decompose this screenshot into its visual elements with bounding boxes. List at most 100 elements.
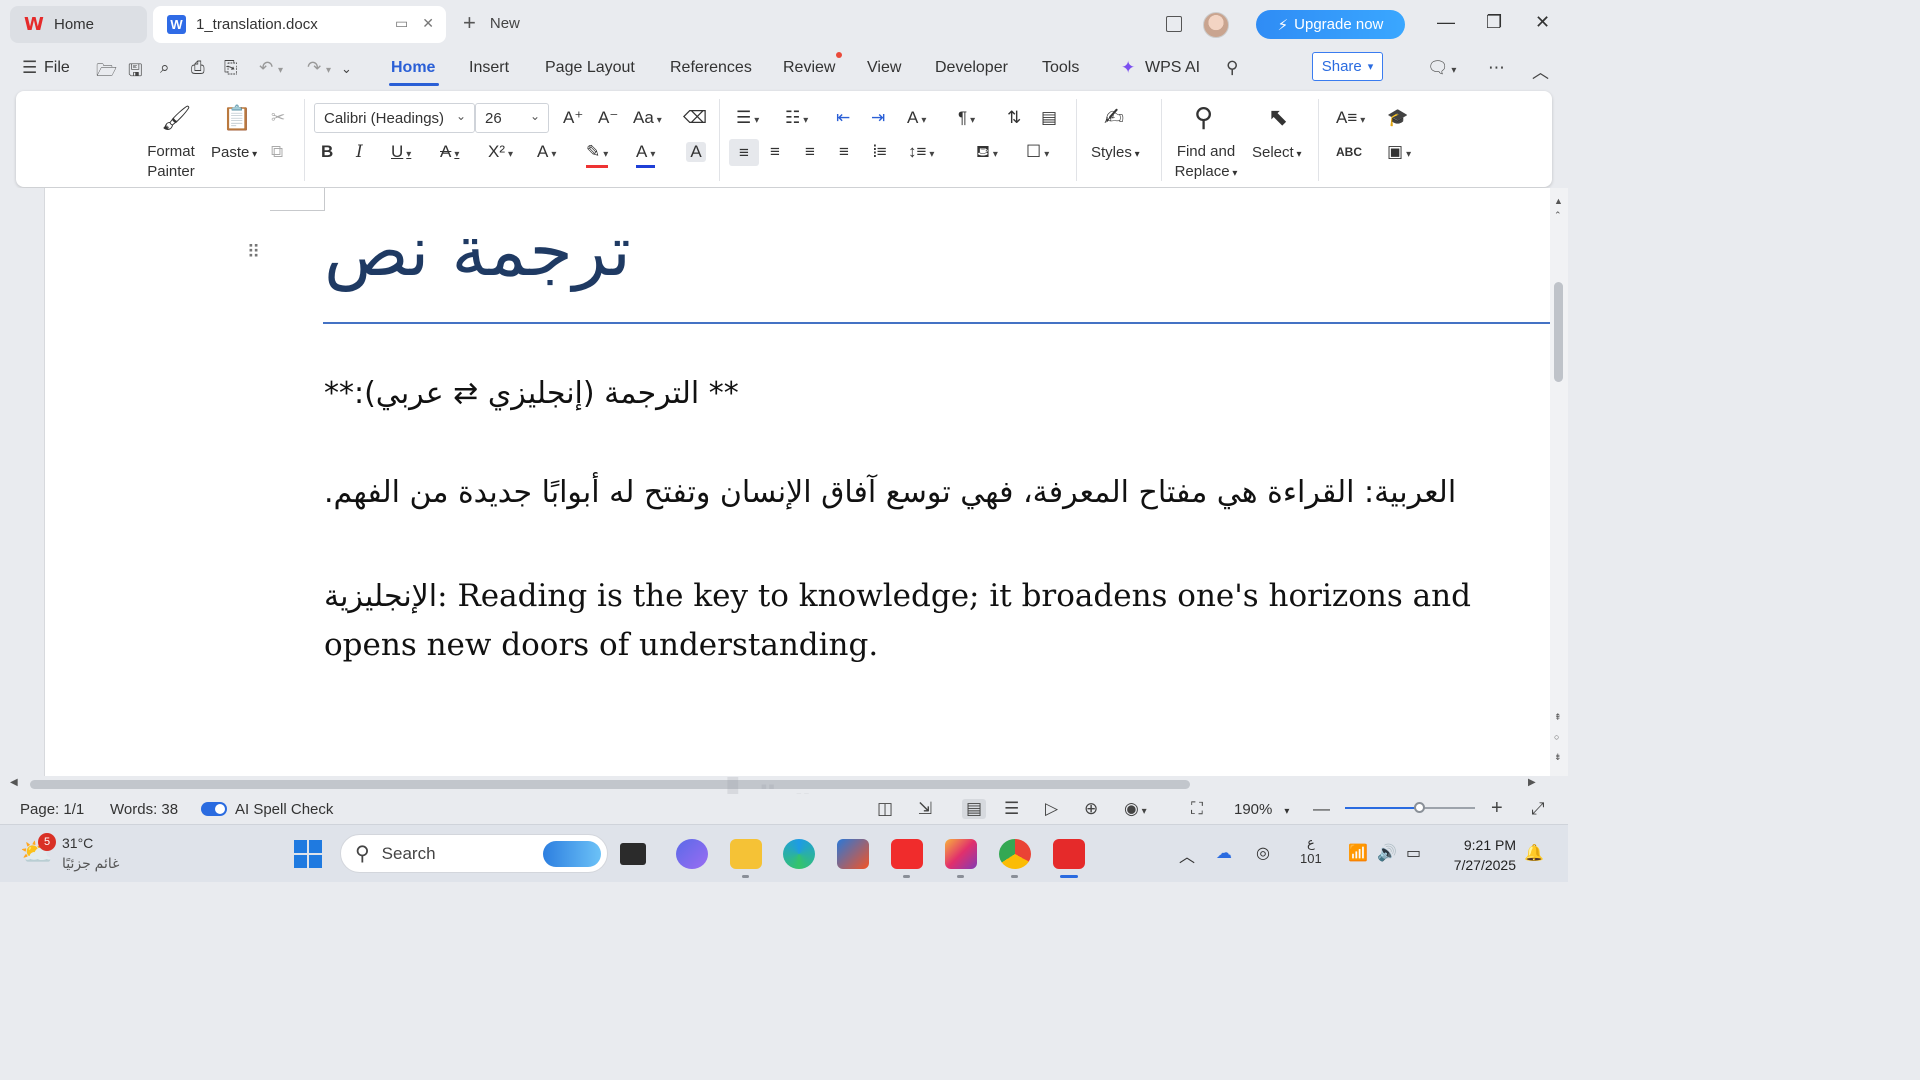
tab-document[interactable]: W 1_translation.docx ▭ ✕	[153, 6, 446, 43]
search-icon[interactable]: ⚲	[1226, 58, 1238, 78]
avatar[interactable]	[1203, 12, 1229, 38]
select-browse-icon[interactable]: ○	[1554, 732, 1559, 742]
strikethrough-icon[interactable]: A ▾	[440, 142, 459, 165]
wifi-icon[interactable]: 📶	[1348, 843, 1368, 863]
tab-page-layout[interactable]: Page Layout	[545, 59, 635, 77]
font-size-select[interactable]: 26 ⌄	[475, 103, 549, 133]
line-spacing-icon[interactable]: ↕≡ ▾	[908, 142, 934, 165]
store-icon[interactable]	[837, 839, 869, 869]
edge-browser-icon[interactable]	[783, 839, 815, 869]
collapse-ribbon-icon[interactable]: ︿	[1532, 58, 1549, 83]
borders-icon[interactable]: ☐ ▾	[1026, 142, 1049, 165]
align-left-icon[interactable]: ≡	[729, 139, 759, 166]
text-tools-icon[interactable]: A≡ ▾	[1336, 108, 1365, 131]
maximize-icon[interactable]: ❐	[1486, 12, 1502, 33]
tab-view[interactable]: View	[867, 59, 901, 77]
tab-review[interactable]: Review	[783, 59, 835, 77]
zoom-in-icon[interactable]: +	[1491, 797, 1503, 820]
eye-protection-icon[interactable]: ◉ ▾	[1124, 799, 1147, 819]
document-tools-icon[interactable]: ▣ ▾	[1387, 142, 1411, 165]
zoom-level[interactable]: 190% ▾	[1234, 801, 1289, 818]
menu-file[interactable]: File	[44, 59, 70, 77]
bold-icon[interactable]: B	[321, 142, 333, 162]
italic-icon[interactable]: I	[356, 142, 363, 162]
chrome-icon[interactable]	[999, 839, 1031, 869]
save-icon[interactable]: 🖫	[128, 58, 142, 87]
clock[interactable]: 9:21 PM 7/27/2025	[1440, 835, 1516, 875]
fit-page-icon[interactable]: ⛶	[1191, 799, 1203, 819]
drag-handle-icon[interactable]: ⠿	[247, 243, 261, 261]
zoom-slider-knob[interactable]	[1414, 802, 1426, 813]
taskbar-search[interactable]: ⚲ Search	[340, 834, 608, 873]
zoom-slider[interactable]	[1345, 802, 1475, 813]
more-chevron-icon[interactable]: ⌄	[341, 61, 352, 77]
next-page-icon[interactable]: ⇟	[1554, 752, 1562, 763]
close-tab-icon[interactable]: ✕	[422, 15, 434, 32]
vertical-scroll-thumb[interactable]	[1554, 282, 1563, 382]
web-layout-icon[interactable]: ☰	[1004, 799, 1019, 819]
wps-ai-sparkle-icon[interactable]: ✦	[1121, 58, 1135, 78]
display-icon[interactable]: ▭	[395, 15, 408, 32]
grow-font-icon[interactable]: A⁺	[563, 108, 583, 128]
fullscreen-icon[interactable]: ⤢	[1531, 799, 1545, 819]
close-window-icon[interactable]: ✕	[1535, 12, 1550, 33]
select-button[interactable]: Select ▾	[1252, 144, 1302, 161]
location-icon[interactable]: ◎	[1256, 843, 1270, 863]
more-options-icon[interactable]: ⋯	[1488, 58, 1505, 78]
align-center-icon[interactable]: ≡	[770, 142, 780, 162]
prev-page-icon[interactable]: ⇞	[1554, 712, 1562, 723]
paragraph-mark-icon[interactable]: ¶ ▾	[958, 108, 975, 131]
cut-icon[interactable]: ✂	[271, 108, 285, 128]
word-count[interactable]: Words: 38	[110, 801, 178, 818]
scroll-page-up-icon[interactable]: ⌃	[1554, 210, 1562, 221]
sort-icon[interactable]: ⇅	[1007, 108, 1021, 128]
hamburger-menu-icon[interactable]: ☰	[22, 58, 37, 78]
underline-icon[interactable]: U ▾	[391, 142, 411, 165]
copy-icon[interactable]: ⧉	[271, 142, 283, 162]
change-case-icon[interactable]: Aa ▾	[633, 108, 662, 131]
character-shading-icon[interactable]: A	[686, 142, 706, 162]
paste-button[interactable]: Paste ▾	[211, 144, 257, 161]
upgrade-button[interactable]: ⚡ Upgrade now	[1256, 10, 1405, 39]
windows-start-icon[interactable]	[292, 839, 324, 869]
education-icon[interactable]: 🎓	[1387, 108, 1408, 128]
play-icon[interactable]: ▷	[1045, 799, 1058, 819]
file-explorer-icon[interactable]	[730, 839, 762, 869]
justify-icon[interactable]: ≡	[839, 142, 849, 162]
clear-format-icon[interactable]: ⌫	[683, 108, 707, 128]
align-right-icon[interactable]: ≡	[805, 142, 815, 162]
scroll-left-icon[interactable]: ◀	[10, 777, 18, 788]
wps-ai-button[interactable]: WPS AI	[1145, 59, 1200, 77]
horizontal-scroll-thumb[interactable]	[30, 780, 1190, 789]
decrease-indent-icon[interactable]: ⇤	[836, 108, 850, 128]
export-icon[interactable]: ⌕	[160, 58, 170, 78]
input-language[interactable]: ع 101	[1300, 835, 1322, 867]
shading-icon[interactable]: ⛾ ▾	[976, 142, 998, 165]
table-borders-icon[interactable]: ▤	[1041, 108, 1057, 128]
tab-insert[interactable]: Insert	[469, 59, 509, 77]
redo-icon[interactable]: ↷ ▾	[307, 58, 331, 78]
font-family-select[interactable]: Calibri (Headings) ⌄	[314, 103, 475, 133]
bullet-list-icon[interactable]: ☰ ▾	[736, 108, 759, 131]
spell-check-toggle[interactable]	[201, 802, 227, 816]
english-paragraph[interactable]: الإنجليزية: Reading is the key to knowle…	[324, 572, 1550, 669]
read-mode-icon[interactable]: ◫	[877, 799, 893, 819]
increase-indent-icon[interactable]: ⇥	[871, 108, 885, 128]
font-color-icon[interactable]: A ▾	[636, 142, 656, 168]
page-count[interactable]: Page: 1/1	[20, 801, 84, 818]
new-tab-button[interactable]: + New	[463, 12, 520, 34]
tab-home-menu[interactable]: Home	[391, 59, 435, 77]
task-view-icon[interactable]	[620, 843, 646, 865]
format-painter-button[interactable]: Format Painter	[140, 142, 202, 182]
youtube-icon[interactable]	[891, 839, 923, 869]
battery-icon[interactable]: ▭	[1406, 843, 1421, 863]
styles-button[interactable]: Styles ▾	[1091, 144, 1140, 161]
shrink-font-icon[interactable]: A⁻	[598, 108, 618, 128]
print-preview-icon[interactable]: ⎘	[224, 58, 238, 78]
tab-home[interactable]: W Home	[10, 6, 147, 43]
instagram-icon[interactable]	[945, 839, 977, 869]
highlight-icon[interactable]: ✎ ▾	[586, 142, 609, 168]
tray-overflow-icon[interactable]: ︿	[1179, 843, 1195, 867]
tab-references[interactable]: References	[670, 59, 752, 77]
tab-tools[interactable]: Tools	[1042, 59, 1079, 77]
